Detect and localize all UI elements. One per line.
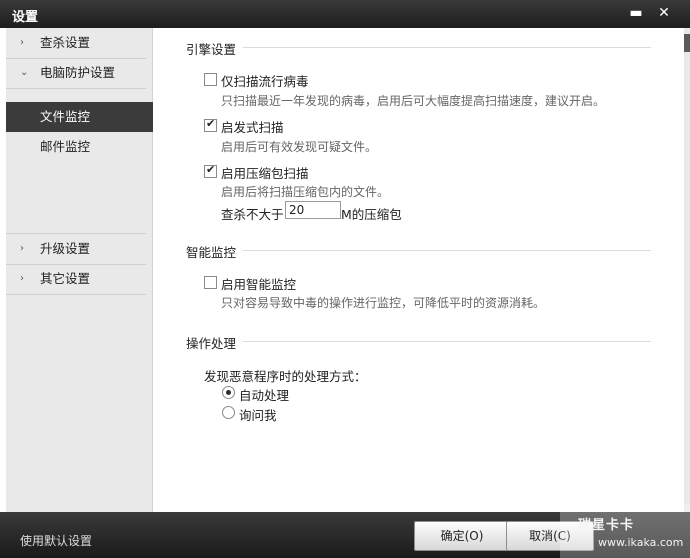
- divider: [243, 250, 651, 251]
- archive-scan-checkbox[interactable]: ✔: [204, 163, 217, 178]
- sidebar-item-other-settings[interactable]: › 其它设置: [6, 264, 152, 294]
- popular-virus-desc: 只扫描最近一年发现的病毒，启用后可大幅度提高扫描速度，建议开启。: [221, 94, 606, 108]
- heuristic-scan-label: 启发式扫描: [221, 120, 284, 135]
- chevron-right-icon: ›: [20, 243, 24, 254]
- auto-handle-radio[interactable]: [222, 386, 235, 399]
- sidebar-item-label: 查杀设置: [40, 35, 91, 50]
- checkmark-icon: ✔: [206, 163, 216, 176]
- action-prompt: 发现恶意程序时的处理方式：: [204, 369, 367, 384]
- popular-virus-checkbox[interactable]: [204, 73, 217, 86]
- sidebar-item-label: 文件监控: [40, 109, 91, 124]
- heuristic-scan-desc: 启用后可有效发现可疑文件。: [221, 140, 378, 154]
- sidebar-item-file-monitor[interactable]: 文件监控: [6, 102, 162, 132]
- ok-button[interactable]: 确定(O): [414, 521, 510, 551]
- divider: [243, 341, 651, 342]
- archive-scan-desc: 启用后将扫描压缩包内的文件。: [221, 185, 390, 199]
- scrollbar[interactable]: [684, 28, 690, 512]
- settings-panel: 引擎设置 仅扫描流行病毒 只扫描最近一年发现的病毒，启用后可大幅度提高扫描速度，…: [153, 28, 683, 512]
- watermark-text: 瑞星卡卡: [578, 518, 635, 533]
- heuristic-scan-checkbox[interactable]: ✔: [204, 117, 217, 132]
- sidebar-item-mail-monitor[interactable]: 邮件监控: [6, 132, 152, 162]
- divider: [243, 47, 651, 48]
- divider: [6, 88, 146, 89]
- section-title-action: 操作处理: [186, 336, 237, 351]
- minimize-button[interactable]: ▬: [626, 4, 646, 22]
- close-button[interactable]: ✕: [654, 4, 674, 22]
- ask-me-radio[interactable]: [222, 406, 235, 419]
- smart-monitor-label: 启用智能监控: [221, 277, 297, 292]
- ask-me-label: 询问我: [239, 408, 277, 423]
- auto-handle-label: 自动处理: [239, 388, 290, 403]
- archive-size-prefix: 查杀不大于: [221, 207, 284, 222]
- sidebar-item-pc-protection[interactable]: ⌄ 电脑防护设置: [6, 58, 152, 88]
- title-bar: 设置 ▬ ✕: [0, 0, 690, 28]
- archive-size-suffix: M的压缩包: [341, 207, 402, 222]
- section-title-smart-monitor: 智能监控: [186, 245, 237, 260]
- smart-monitor-checkbox[interactable]: [204, 276, 217, 289]
- scrollbar-thumb[interactable]: [684, 34, 690, 52]
- popular-virus-label: 仅扫描流行病毒: [221, 74, 309, 89]
- checkmark-icon: ✔: [206, 117, 216, 130]
- watermark-logo: 瑞星卡卡 www.ikaka.com: [560, 504, 690, 558]
- archive-scan-label: 启用压缩包扫描: [221, 166, 309, 181]
- sidebar: › 查杀设置 ⌄ 电脑防护设置 文件监控 邮件监控 › 升级设置 › 其它设置: [6, 28, 162, 512]
- sidebar-item-label: 其它设置: [40, 271, 91, 286]
- chevron-right-icon: ›: [20, 273, 24, 284]
- chevron-down-icon: ⌄: [20, 67, 29, 78]
- sidebar-item-update-settings[interactable]: › 升级设置: [6, 234, 152, 264]
- section-title-engine: 引擎设置: [186, 42, 237, 57]
- watermark-url: www.ikaka.com: [598, 536, 684, 549]
- sidebar-item-label: 邮件监控: [40, 139, 91, 154]
- sidebar-item-scan-settings[interactable]: › 查杀设置: [6, 28, 152, 58]
- archive-size-input[interactable]: [285, 201, 341, 219]
- divider: [6, 294, 146, 295]
- smart-monitor-desc: 只对容易导致中毒的操作进行监控，可降低平时的资源消耗。: [221, 296, 546, 310]
- radio-dot-icon: [226, 390, 231, 395]
- chevron-right-icon: ›: [20, 37, 24, 48]
- sidebar-item-label: 电脑防护设置: [40, 65, 116, 80]
- restore-defaults-link[interactable]: 使用默认设置: [20, 532, 92, 549]
- window-title: 设置: [12, 10, 39, 25]
- sidebar-item-label: 升级设置: [40, 241, 91, 256]
